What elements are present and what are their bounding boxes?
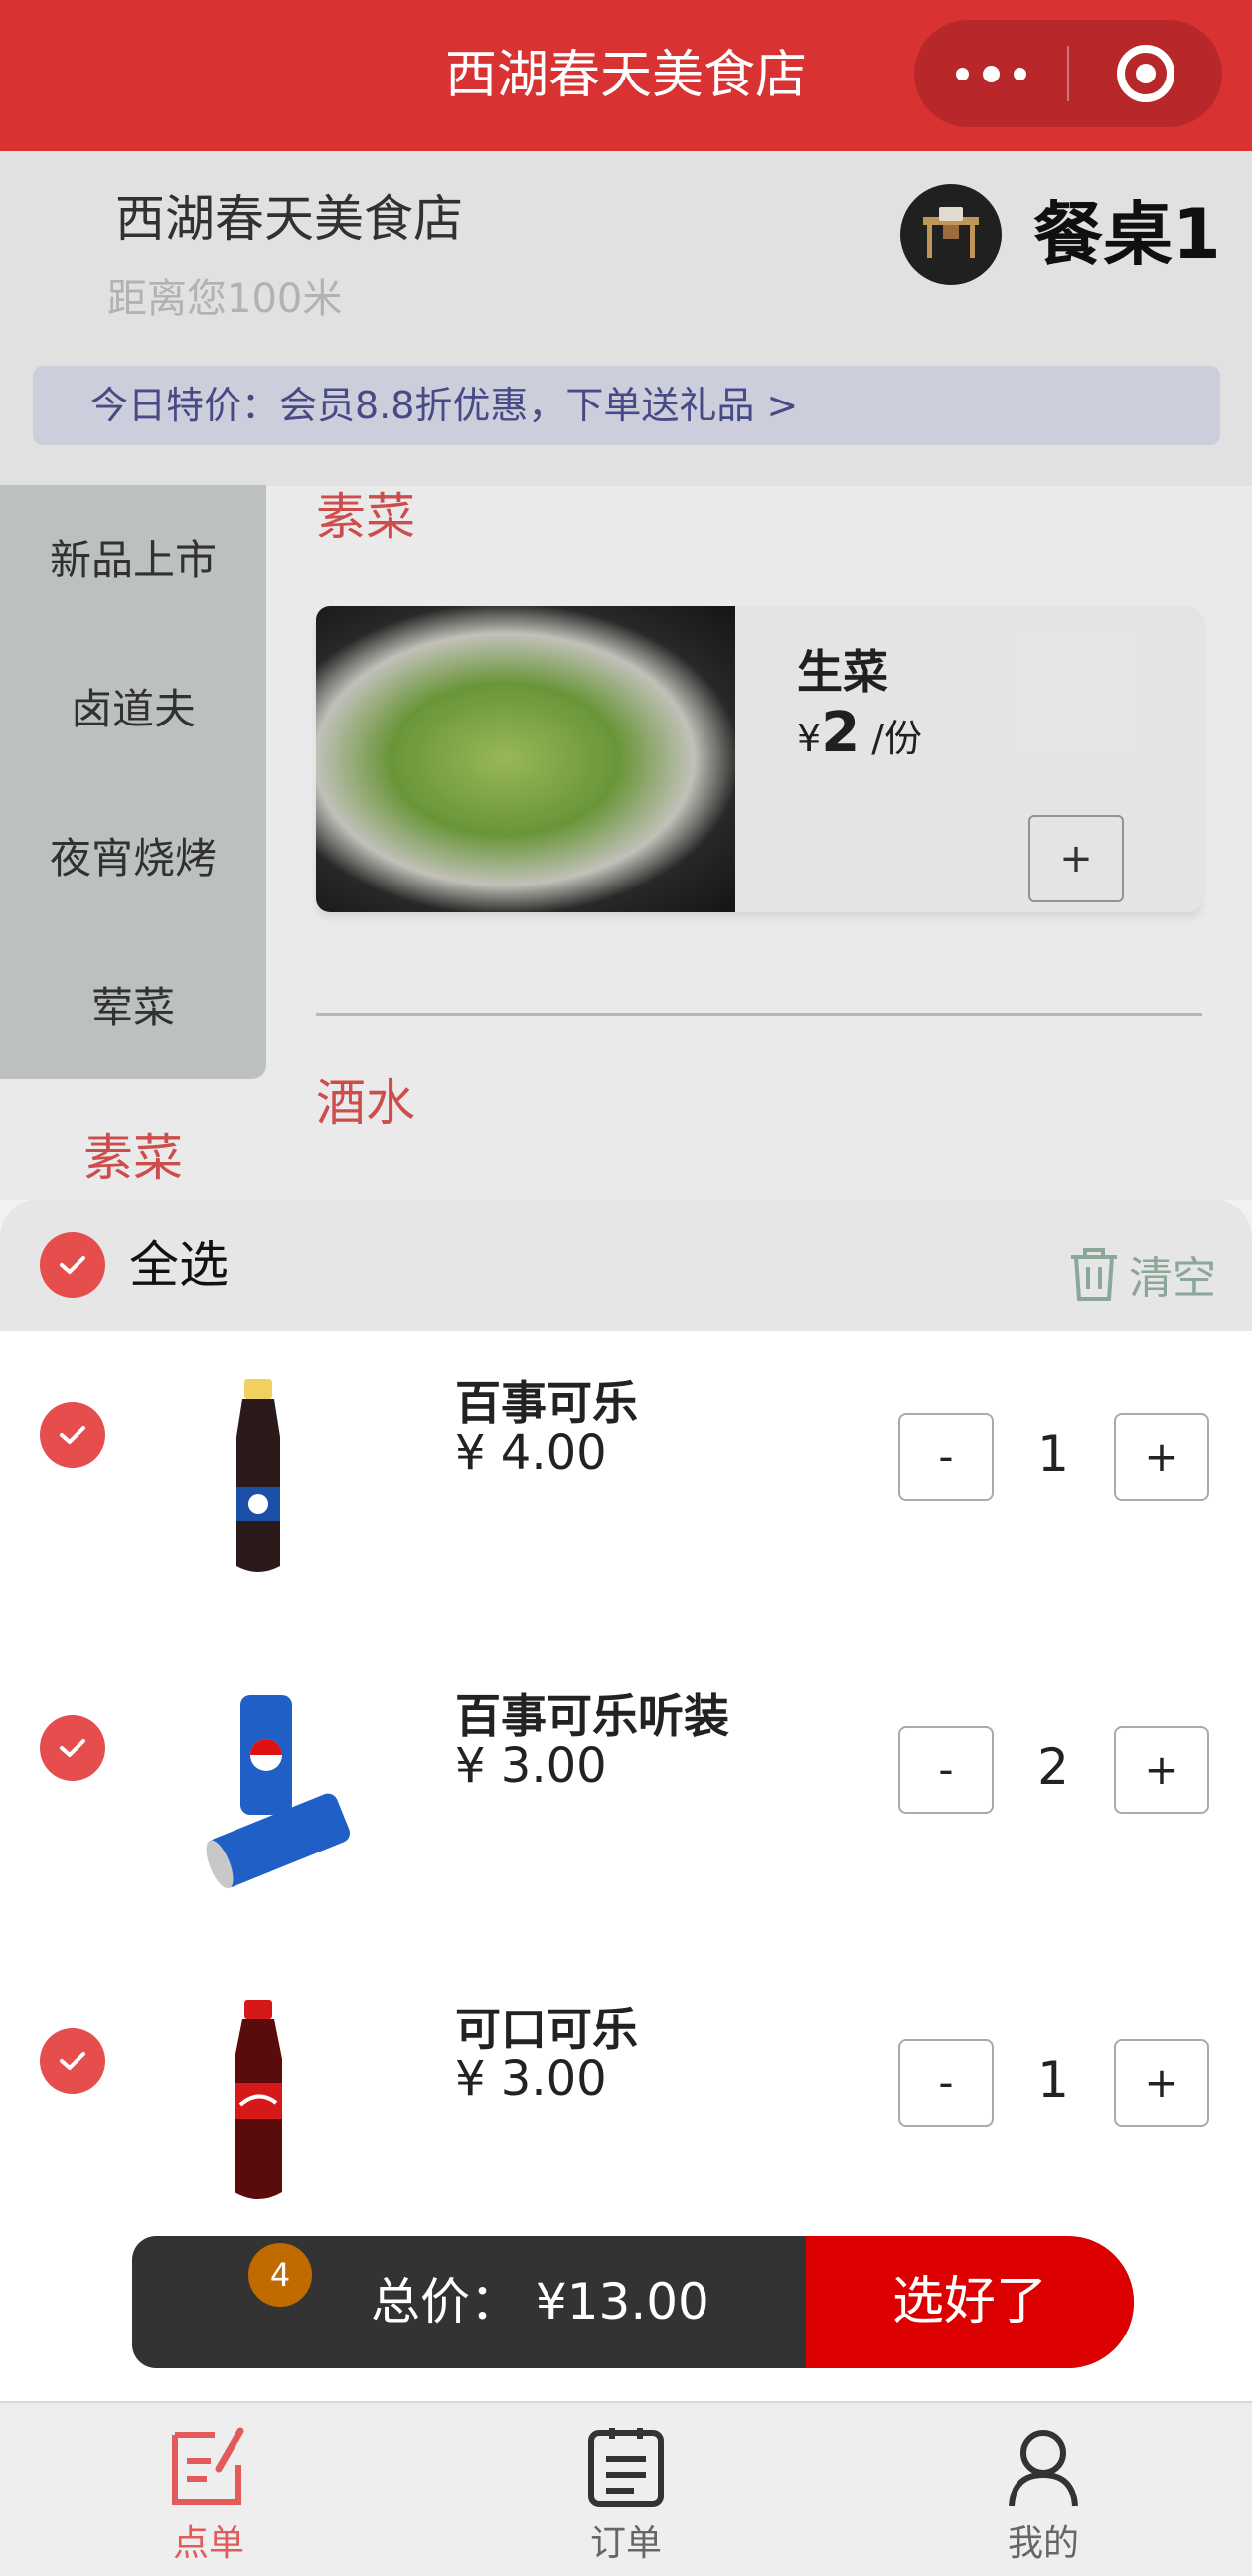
cart-count-badge: 4 (248, 2243, 312, 2307)
tab-bar: 点单 订单 我的 (0, 2401, 1252, 2576)
total-price: 总价： ¥13.00 (371, 2236, 709, 2368)
total-value: ¥13.00 (535, 2273, 709, 2331)
tab-orders[interactable]: 订单 (417, 2403, 835, 2576)
tab-label: 我的 (1007, 2523, 1079, 2564)
item-qty: 1 (1037, 1425, 1069, 1483)
tab-label: 订单 (589, 2523, 662, 2564)
tab-label: 点单 (172, 2523, 244, 2564)
close-target-icon[interactable] (1069, 20, 1222, 127)
item-qty: 1 (1037, 2051, 1069, 2109)
decrease-qty-button[interactable]: - (898, 2039, 994, 2127)
more-icon[interactable] (914, 20, 1067, 127)
item-checkbox[interactable] (40, 1715, 105, 1781)
order-edit-icon (172, 2427, 244, 2505)
cart-item-name: 可口可乐 (455, 2003, 638, 2056)
increase-qty-button[interactable]: + (1114, 1726, 1209, 1814)
clear-cart-button[interactable]: 清空 (1067, 1242, 1216, 1306)
total-label: 总价： (371, 2273, 520, 2331)
item-qty: 2 (1037, 1738, 1069, 1796)
select-all-label: 全选 (129, 1236, 229, 1294)
user-icon (1009, 2430, 1078, 2507)
pepsi-bottle-image (179, 1368, 338, 1586)
increase-qty-button[interactable]: + (1114, 1413, 1209, 1501)
confirm-order-button[interactable]: 选好了 (806, 2236, 1134, 2368)
pepsi-can-image (179, 1676, 350, 1894)
cart-item-price: ¥ 3.00 (455, 2051, 607, 2107)
mini-program-capsule (914, 20, 1222, 127)
coca-cola-bottle-image (179, 1994, 338, 2212)
cart-item-price: ¥ 4.00 (455, 1425, 607, 1481)
trash-icon (1071, 1248, 1117, 1301)
tab-mine[interactable]: 我的 (835, 2403, 1252, 2576)
decrease-qty-button[interactable]: - (898, 1413, 994, 1501)
cart-item-price: ¥ 3.00 (455, 1738, 607, 1794)
select-all-checkbox[interactable] (40, 1232, 105, 1298)
tab-order[interactable]: 点单 (0, 2403, 417, 2576)
overlay-mask[interactable] (0, 151, 1252, 1200)
clear-label: 清空 (1129, 1253, 1216, 1304)
increase-qty-button[interactable]: + (1114, 2039, 1209, 2127)
item-checkbox[interactable] (40, 1402, 105, 1468)
cart-item-name: 百事可乐 (455, 1376, 638, 1430)
order-list-icon (588, 2428, 664, 2507)
item-checkbox[interactable] (40, 2028, 105, 2094)
decrease-qty-button[interactable]: - (898, 1726, 994, 1814)
cart-popup: 全选 清空 百事可乐 ¥ 4.00 - 1 + 百事可乐听装 ¥ 3.00 - … (0, 1199, 1252, 2401)
cart-item-name: 百事可乐听装 (455, 1690, 729, 1743)
